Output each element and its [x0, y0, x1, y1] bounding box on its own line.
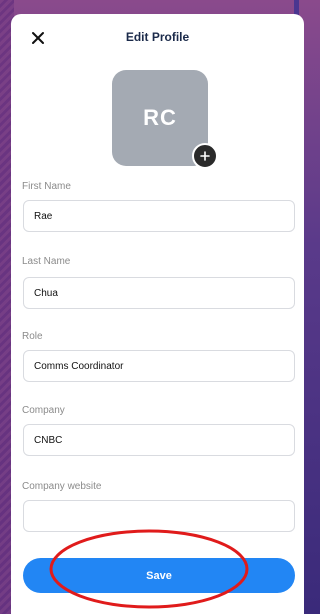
company-website-input[interactable] — [23, 500, 295, 532]
first-name-label: First Name — [22, 181, 71, 192]
first-name-input[interactable] — [23, 200, 295, 232]
add-photo-button[interactable] — [192, 143, 218, 169]
company-website-label: Company website — [22, 481, 102, 492]
plus-icon — [200, 151, 210, 161]
company-input[interactable] — [23, 424, 295, 456]
avatar-container: RC — [112, 70, 218, 169]
edit-profile-sheet: Edit Profile RC First Name Last Name Rol… — [11, 14, 304, 614]
last-name-input[interactable] — [23, 277, 295, 309]
company-label: Company — [22, 405, 65, 416]
role-input[interactable] — [23, 350, 295, 382]
save-button[interactable]: Save — [23, 558, 295, 593]
last-name-label: Last Name — [22, 256, 71, 267]
header: Edit Profile — [11, 14, 304, 62]
page-title: Edit Profile — [125, 30, 190, 44]
avatar-initials: RC — [143, 105, 177, 130]
role-label: Role — [22, 331, 43, 342]
